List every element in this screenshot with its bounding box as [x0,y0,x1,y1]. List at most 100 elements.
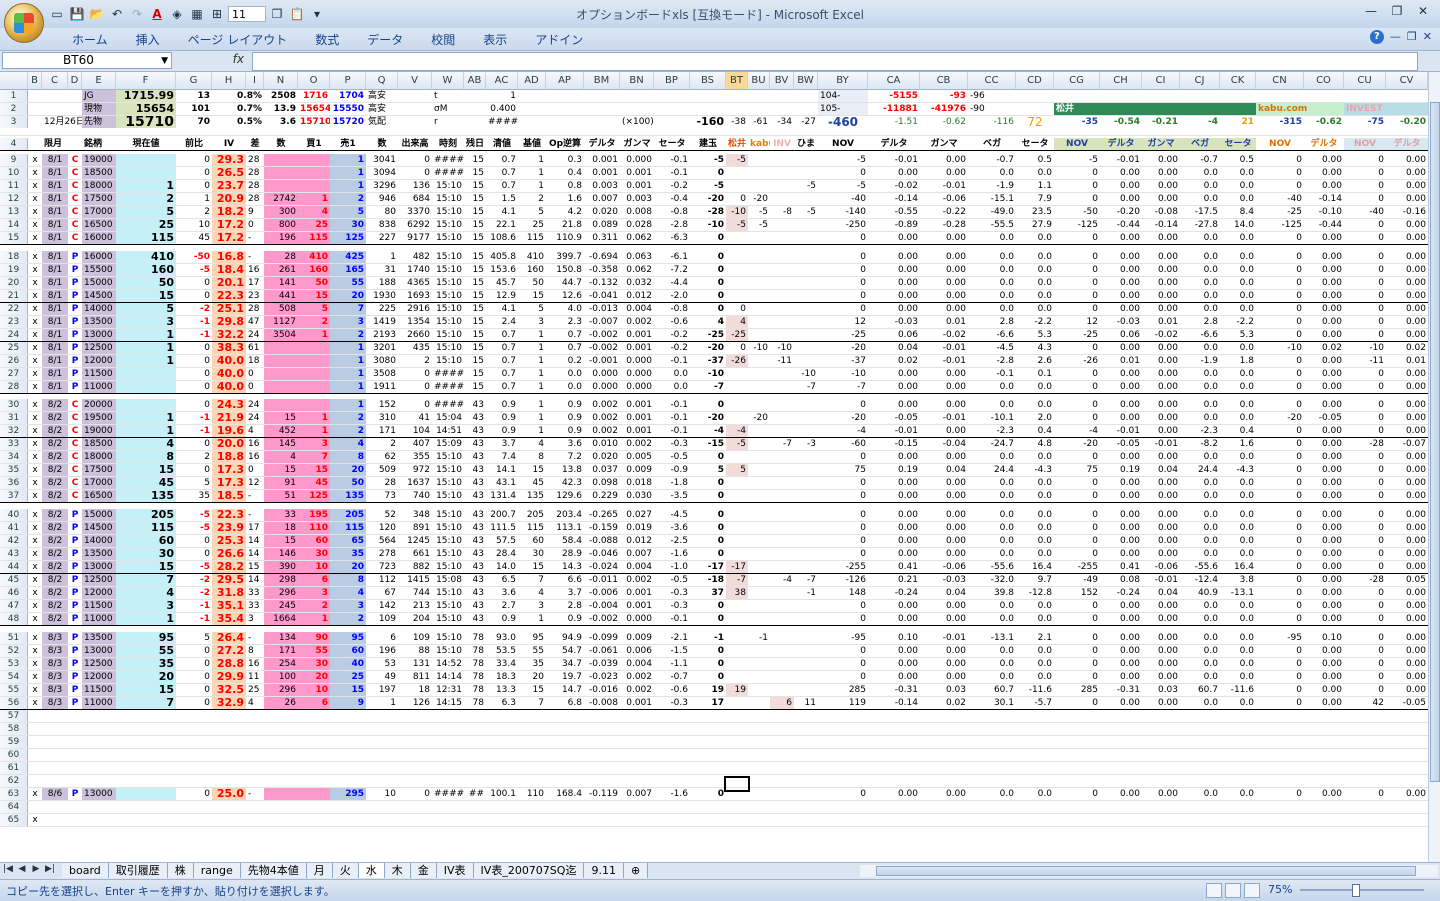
cell-ad[interactable]: 3 [518,600,546,612]
cell-co[interactable]: -0.44 [1304,219,1344,231]
cell-e[interactable]: 13000 [82,788,116,800]
cell-nn[interactable]: 300 [264,206,298,218]
cell-cn[interactable]: -10 [1256,342,1304,354]
cell-ac[interactable]: 0.9 [486,613,518,625]
cell-ci[interactable]: -0.01 [1142,438,1180,450]
cell-bw[interactable] [794,425,818,437]
cell-cu[interactable]: 0 [1344,587,1386,599]
cell-e[interactable]: 18000 [82,180,116,192]
cell-o[interactable]: 15710 [298,116,330,128]
cell-cv[interactable]: 0.00 [1386,251,1428,263]
cell-bv[interactable] [770,535,794,547]
horizontal-scrollbar[interactable] [860,865,1438,877]
ribbon-tab[interactable]: データ [353,31,417,49]
cell-b[interactable]: x [28,587,42,599]
cell-ci[interactable]: 0.00 [1142,412,1180,424]
cell-p[interactable]: 5 [330,206,366,218]
cell-co[interactable]: 0.00 [1304,613,1344,625]
zoom-level[interactable]: 75% [1268,883,1292,896]
cell-cd[interactable]: 16.4 [1016,561,1054,573]
cell-cu[interactable]: -40 [1344,206,1386,218]
cell-ci[interactable]: 0.00 [1142,381,1180,393]
cell-f[interactable]: 8 [116,451,176,463]
cell-cg[interactable]: NOV [1054,138,1100,150]
cell-f[interactable]: 3 [116,600,176,612]
cell-cv[interactable]: -0.07 [1386,438,1428,450]
cell-cd[interactable]: 0.0 [1016,600,1054,612]
cell-cj[interactable]: 0.0 [1180,264,1220,276]
cell-cb[interactable]: -0.04 [920,438,968,450]
cell-bp[interactable]: -0.9 [654,464,690,476]
cell-co[interactable]: 0.00 [1304,425,1344,437]
cell-v[interactable]: 0 [398,399,432,411]
cell-ch[interactable]: 0.00 [1100,412,1142,424]
column-header-ci[interactable]: CI [1142,72,1180,89]
cell-bw[interactable] [794,412,818,424]
cell-v[interactable]: 3370 [398,206,432,218]
cell-bt[interactable] [726,632,748,644]
cell-ck[interactable]: 0.0 [1220,613,1256,625]
cell-cd[interactable]: -2.2 [1016,316,1054,328]
cell-d[interactable]: C [68,477,82,489]
cell-bs[interactable]: -37 [690,355,726,367]
cell-cc[interactable]: 0.0 [968,522,1016,534]
cell-bv[interactable] [770,451,794,463]
cell-by[interactable]: -60 [818,438,868,450]
cell-bm[interactable]: 0.000 [584,368,620,380]
cell-cc[interactable]: 0.0 [968,509,1016,521]
cell-cg[interactable]: -20 [1054,438,1100,450]
cell-cv[interactable]: 0.00 [1386,522,1428,534]
cell-bs[interactable]: 0 [690,477,726,489]
cell-bw[interactable] [794,684,818,696]
cell-ck[interactable]: -11.6 [1220,684,1256,696]
cell-h[interactable]: 0.7% [212,103,264,115]
cell-d[interactable]: P [68,368,82,380]
cell-bv[interactable] [770,490,794,502]
cell-cu[interactable]: 0 [1344,425,1386,437]
cell-ch[interactable]: 0.00 [1100,277,1142,289]
cell-o[interactable]: 195 [298,509,330,521]
cell-cu[interactable]: 0 [1344,316,1386,328]
cell-ad[interactable]: 15 [518,290,546,302]
cell-bs[interactable]: 0 [690,490,726,502]
cell-bn[interactable]: 0.001 [620,342,654,354]
cell-e[interactable]: 14500 [82,522,116,534]
cell-e[interactable]: 18000 [82,451,116,463]
cell-bp[interactable]: -1.0 [654,561,690,573]
cell-bs[interactable]: 19 [690,684,726,696]
cell-w[interactable]: 15:10 [432,548,464,560]
cell-bp[interactable]: -2.5 [654,535,690,547]
cell-w[interactable]: 15:10 [432,264,464,276]
column-header-w[interactable]: W [432,72,464,89]
cell-bp[interactable]: -0.6 [654,684,690,696]
cell-v[interactable]: 0 [398,788,432,800]
cell-cb[interactable]: 0.00 [920,232,968,244]
cell-bp[interactable]: -0.5 [654,574,690,586]
cell-nn[interactable]: 51 [264,490,298,502]
cell-ck[interactable]: -2.2 [1220,316,1256,328]
cell-by[interactable]: 0 [818,658,868,670]
cell-bu[interactable] [748,464,770,476]
cell-cg[interactable]: -49 [1054,574,1100,586]
cell-ci[interactable]: 0.01 [1142,316,1180,328]
cell-v[interactable]: 348 [398,509,432,521]
cell-ck[interactable]: 0.0 [1220,381,1256,393]
cell-v[interactable]: 972 [398,464,432,476]
cell-ab[interactable]: 43 [464,399,486,411]
cell-co[interactable]: 0.00 [1304,251,1344,263]
cell-b[interactable]: x [28,632,42,644]
cell-v[interactable]: 1354 [398,316,432,328]
cell-cc[interactable]: -55.5 [968,219,1016,231]
cell-cj[interactable]: 0.0 [1180,167,1220,179]
cell-h[interactable]: 26.4 [212,632,246,644]
ribbon-tab[interactable]: ホーム [58,31,122,49]
cell-bp[interactable]: -0.1 [654,399,690,411]
cell-bp[interactable]: -0.2 [654,342,690,354]
cell-cd[interactable]: 0.0 [1016,167,1054,179]
cell-ad[interactable]: 110 [518,788,546,800]
cell-ci[interactable]: 0.00 [1142,645,1180,657]
cell-bm[interactable]: -0.039 [584,658,620,670]
cell-d[interactable]: P [68,277,82,289]
cell-i[interactable]: 14 [246,548,264,560]
cell-ci[interactable]: 0.04 [1142,464,1180,476]
